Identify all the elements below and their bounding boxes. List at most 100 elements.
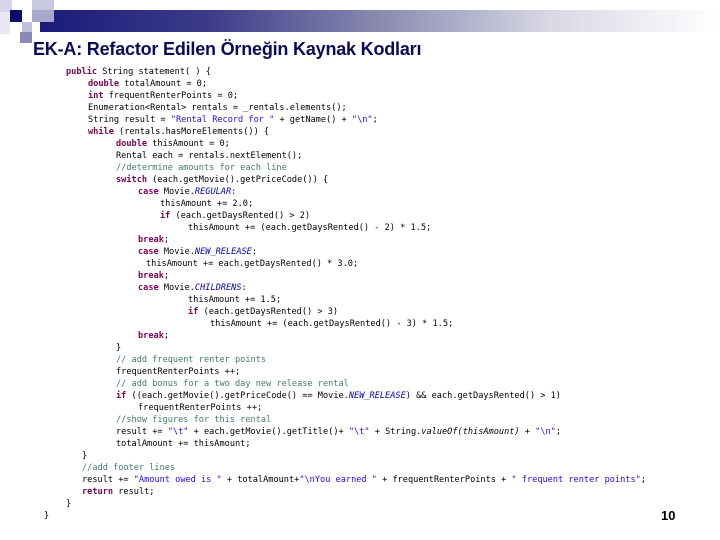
code-text: } xyxy=(116,343,122,353)
code-line: } xyxy=(0,510,646,522)
code-line: double totalAmount = 0; xyxy=(0,78,646,90)
code-line: //add footer lines xyxy=(0,462,646,474)
code-line: Enumeration<Rental> rentals = _rentals.e… xyxy=(0,102,646,114)
code-comment: // add bonus for a two day new release r… xyxy=(116,379,349,389)
code-text: ; xyxy=(555,427,562,437)
code-text: String statement( ) { xyxy=(97,67,211,77)
code-line: } xyxy=(0,450,646,462)
code-keyword: public xyxy=(66,67,98,77)
code-line: result += "\t" + each.getMovie().getTitl… xyxy=(0,426,646,438)
code-text: + String. xyxy=(369,427,422,437)
code-text: (each.getDaysRented() > 2) xyxy=(170,211,311,221)
code-comment: // add frequent renter points xyxy=(116,355,267,365)
code-text: (rentals.hasMoreElements()) { xyxy=(113,127,270,137)
code-text: + frequentRenterPoints + xyxy=(376,475,512,485)
code-keyword: if xyxy=(116,391,127,401)
code-line: //show figures for this rental xyxy=(0,414,646,426)
code-text: } xyxy=(44,511,50,521)
code-constant: CHILDRENS xyxy=(194,283,242,293)
code-line: if (each.getDaysRented() > 2) xyxy=(0,210,646,222)
code-text: ; xyxy=(163,331,170,341)
code-text: frequentRenterPoints ++; xyxy=(116,367,241,377)
code-keyword: if xyxy=(188,307,199,317)
decor-square xyxy=(22,22,32,32)
code-text: ) && each.getDaysRented() > 1) xyxy=(405,391,561,401)
code-line: } xyxy=(0,342,646,354)
code-text: thisAmount = 0; xyxy=(147,139,230,149)
header-gradient-bar xyxy=(40,10,720,32)
code-keyword: break xyxy=(138,331,164,341)
code-keyword: while xyxy=(88,127,114,137)
code-string: "\n" xyxy=(351,115,373,125)
code-text: ; xyxy=(163,235,170,245)
code-constant: NEW_RELEASE xyxy=(348,391,406,401)
code-text: } xyxy=(82,451,88,461)
code-line: double thisAmount = 0; xyxy=(0,138,646,150)
code-comment: //add footer lines xyxy=(82,463,176,473)
code-text: thisAmount += (each.getDaysRented() - 2)… xyxy=(188,223,432,233)
code-text: ; xyxy=(640,475,647,485)
decor-square xyxy=(0,12,10,34)
decor-square xyxy=(32,10,54,22)
code-line: break; xyxy=(0,270,646,282)
code-line: totalAmount += thisAmount; xyxy=(0,438,646,450)
code-text: totalAmount = 0; xyxy=(119,79,208,89)
code-string: "Rental Record for " xyxy=(170,115,275,125)
code-line: switch (each.getMovie().getPriceCode()) … xyxy=(0,174,646,186)
code-text: + totalAmount+ xyxy=(221,475,300,485)
code-line: Rental each = rentals.nextElement(); xyxy=(0,150,646,162)
page-number: 10 xyxy=(661,508,676,523)
code-text: : xyxy=(231,187,237,197)
code-text: totalAmount += thisAmount; xyxy=(116,439,251,449)
code-keyword: int xyxy=(88,91,104,101)
code-line: break; xyxy=(0,234,646,246)
code-line: frequentRenterPoints ++; xyxy=(0,402,646,414)
code-string: "Amount owed is " xyxy=(133,475,222,485)
code-line: case Movie.NEW_RELEASE: xyxy=(0,246,646,258)
code-string: " frequent renter points" xyxy=(511,475,641,485)
code-string: "\t" xyxy=(348,427,370,437)
code-text: Enumeration<Rental> rentals = _rentals.e… xyxy=(88,103,347,113)
code-text: (each.getMovie().getPriceCode()) { xyxy=(147,175,329,185)
decor-square xyxy=(32,0,54,10)
code-string: "\n" xyxy=(535,427,556,437)
code-text: Movie. xyxy=(158,283,195,293)
code-text: ((each.getMovie().getPriceCode() == Movi… xyxy=(126,391,349,401)
code-line: thisAmount += (each.getDaysRented() - 2)… xyxy=(0,222,646,234)
code-line: case Movie.REGULAR: xyxy=(0,186,646,198)
code-string: "\t" xyxy=(167,427,189,437)
code-keyword: break xyxy=(138,235,164,245)
code-text: + xyxy=(519,427,536,437)
code-line: thisAmount += each.getDaysRented() * 3.0… xyxy=(0,258,646,270)
code-text: ; xyxy=(163,271,170,281)
code-text: Rental each = rentals.nextElement(); xyxy=(116,151,303,161)
code-line: result += "Amount owed is " + totalAmoun… xyxy=(0,474,646,486)
code-string: "\nYou earned " xyxy=(299,475,377,485)
code-line: while (rentals.hasMoreElements()) { xyxy=(0,126,646,138)
code-line: return result; xyxy=(0,486,646,498)
code-text: frequentRenterPoints ++; xyxy=(138,403,263,413)
code-text: String result = xyxy=(88,115,171,125)
code-text: thisAmount += each.getDaysRented() * 3.0… xyxy=(146,259,359,269)
code-line: thisAmount += 2.0; xyxy=(0,198,646,210)
code-text: : xyxy=(241,283,247,293)
code-line: if ((each.getMovie().getPriceCode() == M… xyxy=(0,390,646,402)
code-text: result; xyxy=(113,487,155,497)
code-line: thisAmount += 1.5; xyxy=(0,294,646,306)
code-constant: REGULAR xyxy=(194,187,232,197)
code-keyword: case xyxy=(138,187,159,197)
code-text: valueOf(thisAmount) xyxy=(421,427,520,437)
code-keyword: double xyxy=(116,139,148,149)
code-keyword: switch xyxy=(116,175,148,185)
code-keyword: double xyxy=(88,79,120,89)
code-line: int frequentRenterPoints = 0; xyxy=(0,90,646,102)
code-keyword: return xyxy=(82,487,114,497)
code-line: } xyxy=(0,498,646,510)
code-comment: //show figures for this rental xyxy=(116,415,272,425)
code-line: thisAmount += (each.getDaysRented() - 3)… xyxy=(0,318,646,330)
code-keyword: break xyxy=(138,271,164,281)
code-text: Movie. xyxy=(158,247,195,257)
decor-square xyxy=(10,10,22,22)
code-text: : xyxy=(251,247,258,257)
code-text: frequentRenterPoints = 0; xyxy=(103,91,239,101)
